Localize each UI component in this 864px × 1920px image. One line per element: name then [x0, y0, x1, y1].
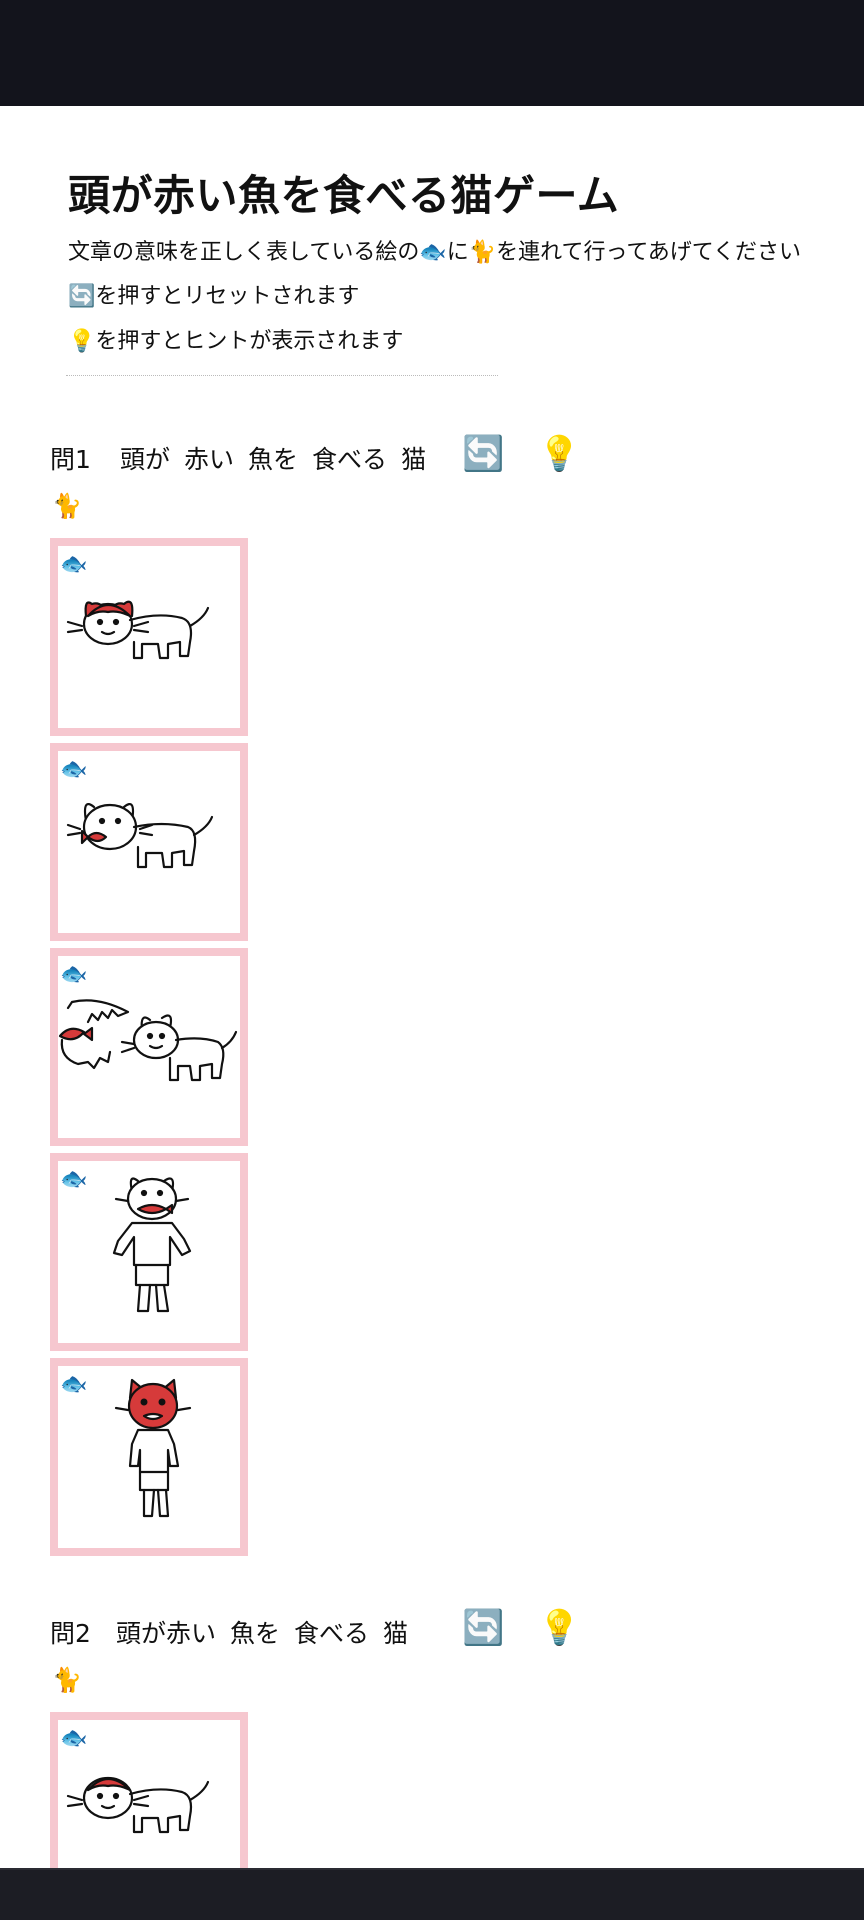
navigation-bar [0, 1868, 864, 1920]
page-title: 頭が赤い魚を食べる猫ゲーム [68, 171, 620, 220]
hint-bulb-icon[interactable]: 💡 [538, 1608, 580, 1648]
standing-cat-eating-red-fish-icon [112, 1177, 192, 1313]
sentence-word: 魚を [230, 1619, 281, 1648]
instruction-line: 文章の意味を正しく表している絵の🐟に🐈を連れて行ってあげてください [68, 240, 802, 265]
hint-instruction-line: 💡を押すとヒントが表示されます [68, 329, 404, 354]
reset-icon[interactable]: 🔄 [462, 434, 504, 474]
option-card-2[interactable]: 🐟 [50, 743, 248, 941]
option-card-5[interactable]: 🐟 [50, 1358, 248, 1556]
page-content: 頭が赤い魚を食べる猫ゲーム 文章の意味を正しく表している絵の🐟に🐈を連れて行って… [0, 106, 864, 1868]
question-1-sentence: 問1 頭が 赤い 魚を 食べる猫 [50, 440, 426, 476]
sentence-word: 頭が [120, 445, 171, 474]
sentence-word: 食べる [312, 445, 388, 474]
question-number: 問1 [50, 445, 91, 474]
cat-with-red-head-icon [66, 600, 210, 660]
question-number: 問2 [50, 1619, 91, 1648]
sentence-word: 猫 [383, 1619, 409, 1648]
shark-biting-red-fish-behind-cat-icon [58, 999, 238, 1082]
status-bar [0, 0, 864, 106]
sentence-word: 赤い [184, 445, 235, 474]
sentence-word: 頭が赤い [116, 1619, 217, 1648]
reset-icon[interactable]: 🔄 [462, 1608, 504, 1648]
cat-with-red-head-icon [66, 1776, 210, 1834]
reset-instruction-line: 🔄を押すとリセットされます [68, 284, 360, 309]
question-2-sentence: 問2 頭が赤い 魚を 食べる猫 [50, 1614, 408, 1650]
draggable-cat-icon[interactable]: 🐈 [52, 1666, 82, 1694]
sentence-word: 食べる [294, 1619, 370, 1648]
standing-cat-with-red-head-icon [114, 1378, 192, 1518]
option-card-1[interactable]: 🐟 [50, 1712, 248, 1868]
cat-eating-red-fish-icon [66, 803, 214, 869]
draggable-cat-icon[interactable]: 🐈 [52, 492, 82, 520]
sentence-word: 魚を [248, 445, 299, 474]
header-divider [66, 375, 498, 376]
sentence-word: 猫 [401, 445, 427, 474]
hint-bulb-icon[interactable]: 💡 [538, 434, 580, 474]
option-card-4[interactable]: 🐟 [50, 1153, 248, 1351]
option-card-3[interactable]: 🐟 [50, 948, 248, 1146]
option-card-1[interactable]: 🐟 [50, 538, 248, 736]
